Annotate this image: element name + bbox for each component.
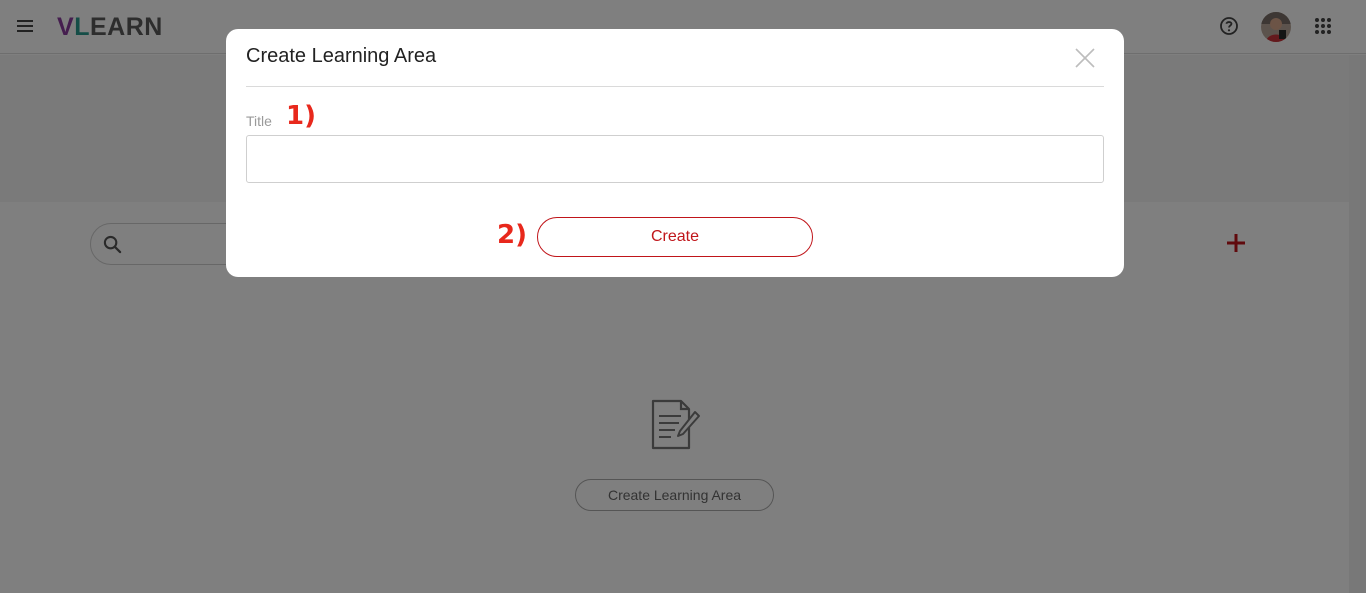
- title-field-label: Title: [246, 113, 272, 129]
- dialog-divider: [246, 86, 1104, 87]
- dialog-title: Create Learning Area: [246, 45, 437, 67]
- annotation-step-1: 1): [286, 101, 316, 131]
- create-learning-area-dialog: Create Learning Area Title 1) 2) Create: [226, 29, 1124, 277]
- close-icon[interactable]: [1075, 48, 1095, 68]
- create-button[interactable]: Create: [537, 217, 813, 257]
- title-input[interactable]: [246, 135, 1104, 183]
- annotation-step-2: 2): [497, 220, 527, 250]
